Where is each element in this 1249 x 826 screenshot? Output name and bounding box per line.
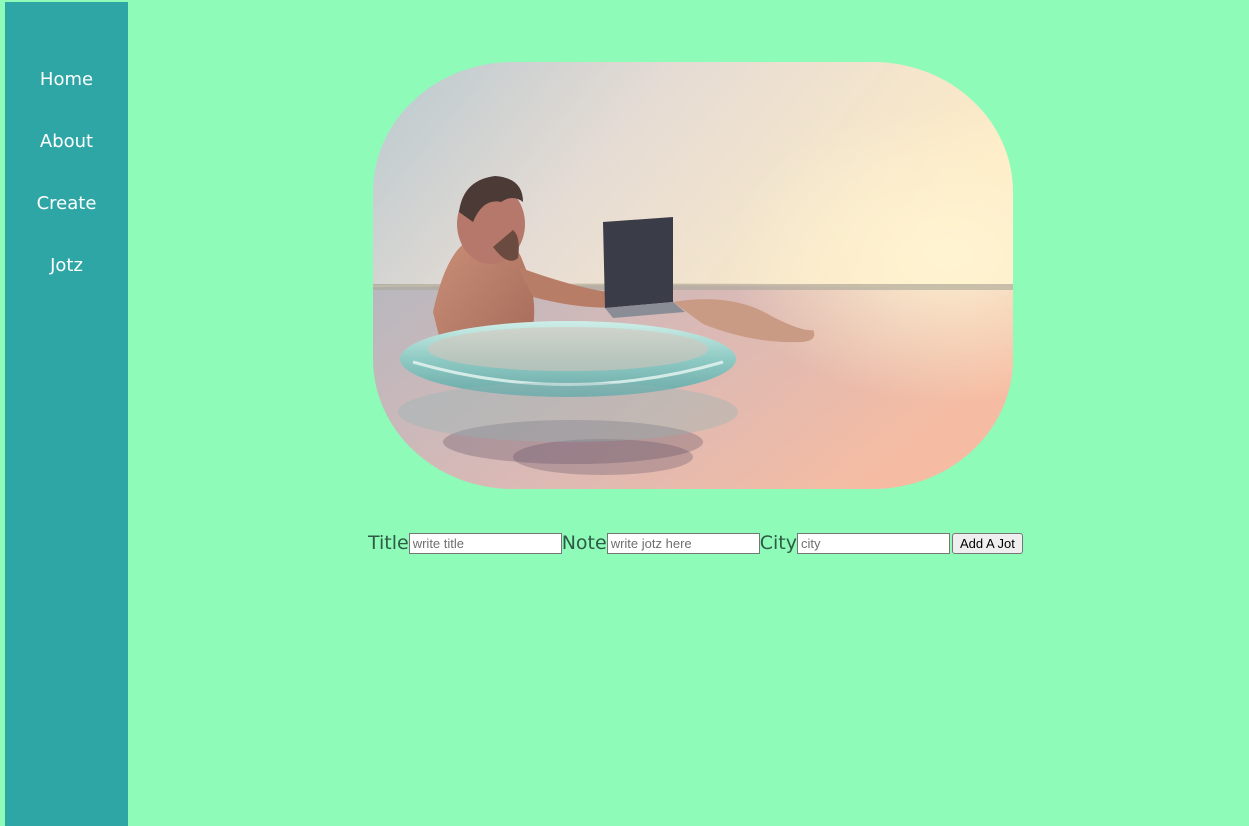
city-label: City — [759, 532, 797, 554]
hero-image — [373, 62, 1013, 489]
add-jot-form: Title Note City Add A Jot — [368, 530, 1023, 556]
city-input[interactable] — [796, 532, 950, 554]
note-label: Note — [561, 532, 607, 554]
hero-photo-illustration — [373, 62, 1013, 489]
sidebar-nav: Home About Create Jotz — [5, 2, 128, 826]
add-jot-button[interactable]: Add A Jot — [951, 532, 1023, 554]
note-input[interactable] — [606, 532, 760, 554]
nav-link-home[interactable]: Home — [5, 69, 128, 91]
nav-link-about[interactable]: About — [5, 131, 128, 153]
nav-link-create[interactable]: Create — [5, 193, 128, 215]
title-label: Title — [368, 532, 409, 554]
nav-link-jotz[interactable]: Jotz — [5, 255, 128, 277]
title-input[interactable] — [408, 532, 562, 554]
page: Home About Create Jotz Title write title… — [0, 0, 1249, 826]
